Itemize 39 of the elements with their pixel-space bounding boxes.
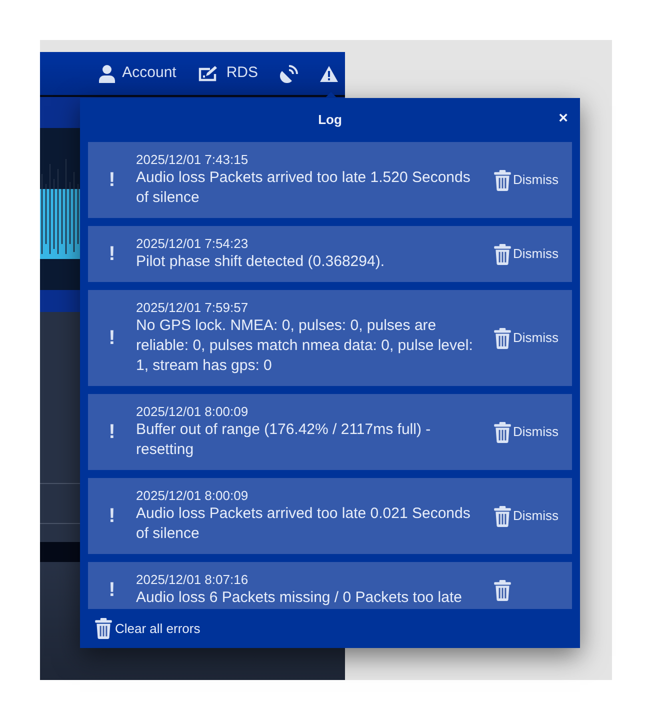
exclamation-icon: ! bbox=[108, 422, 116, 442]
trash-icon bbox=[494, 328, 511, 348]
dismiss-button[interactable]: Dismiss bbox=[494, 170, 564, 190]
exclamation-icon: ! bbox=[108, 328, 116, 348]
clear-all-button[interactable]: Clear all errors bbox=[95, 618, 200, 639]
close-button[interactable]: × bbox=[558, 111, 568, 127]
log-message: Audio loss 6 Packets missing / 0 Packets too late bbox=[136, 588, 463, 608]
exclamation-icon: ! bbox=[108, 506, 116, 526]
satellite-dish-icon bbox=[280, 64, 298, 82]
log-message: No GPS lock. NMEA: 0, pulses: 0, pulses are reliable: 0, pulses match nmea data: 0, pulse level: 1, stream has gps: 0 bbox=[136, 316, 474, 376]
log-timestamp: 2025/12/01 8:07:16 bbox=[136, 572, 250, 588]
log-message: Audio loss Packets arrived too late 0.021 Seconds of silence bbox=[136, 504, 472, 544]
dismiss-button[interactable]: Dismiss bbox=[494, 328, 564, 348]
dismiss-button[interactable]: Dismiss bbox=[494, 506, 564, 526]
dismiss-button[interactable]: Dismiss bbox=[494, 422, 564, 442]
nav-item[interactable]: Account bbox=[99, 52, 176, 95]
warning-icon bbox=[320, 66, 338, 82]
exclamation-icon: ! bbox=[108, 170, 116, 190]
user-icon bbox=[99, 64, 116, 82]
log-message: Audio loss Packets arrived too late 1.520 Seconds of silence bbox=[136, 168, 472, 208]
log-timestamp: 2025/12/01 7:59:57 bbox=[136, 300, 250, 316]
dismiss-button[interactable]: Dismiss bbox=[494, 244, 564, 264]
popup-title: Log bbox=[318, 111, 342, 130]
nav-item[interactable]: RDS bbox=[198, 52, 258, 95]
trash-icon bbox=[494, 422, 511, 442]
trash-icon bbox=[494, 506, 511, 526]
log-timestamp: 2025/12/01 8:00:09 bbox=[136, 404, 250, 420]
exclamation-icon: ! bbox=[108, 244, 116, 264]
log-message: Buffer out of range (176.42% / 2117ms full) - resetting bbox=[136, 420, 432, 460]
log-timestamp: 2025/12/01 7:54:23 bbox=[136, 236, 250, 252]
trash-icon bbox=[95, 618, 112, 639]
exclamation-icon: ! bbox=[108, 580, 116, 600]
log-timestamp: 2025/12/01 7:43:15 bbox=[136, 152, 250, 168]
trash-icon bbox=[494, 244, 511, 264]
trash-icon bbox=[494, 580, 511, 600]
edit-icon bbox=[198, 65, 220, 82]
log-timestamp: 2025/12/01 8:00:09 bbox=[136, 488, 250, 504]
log-message: Pilot phase shift detected (0.368294). bbox=[136, 252, 386, 272]
trash-icon bbox=[494, 170, 511, 190]
